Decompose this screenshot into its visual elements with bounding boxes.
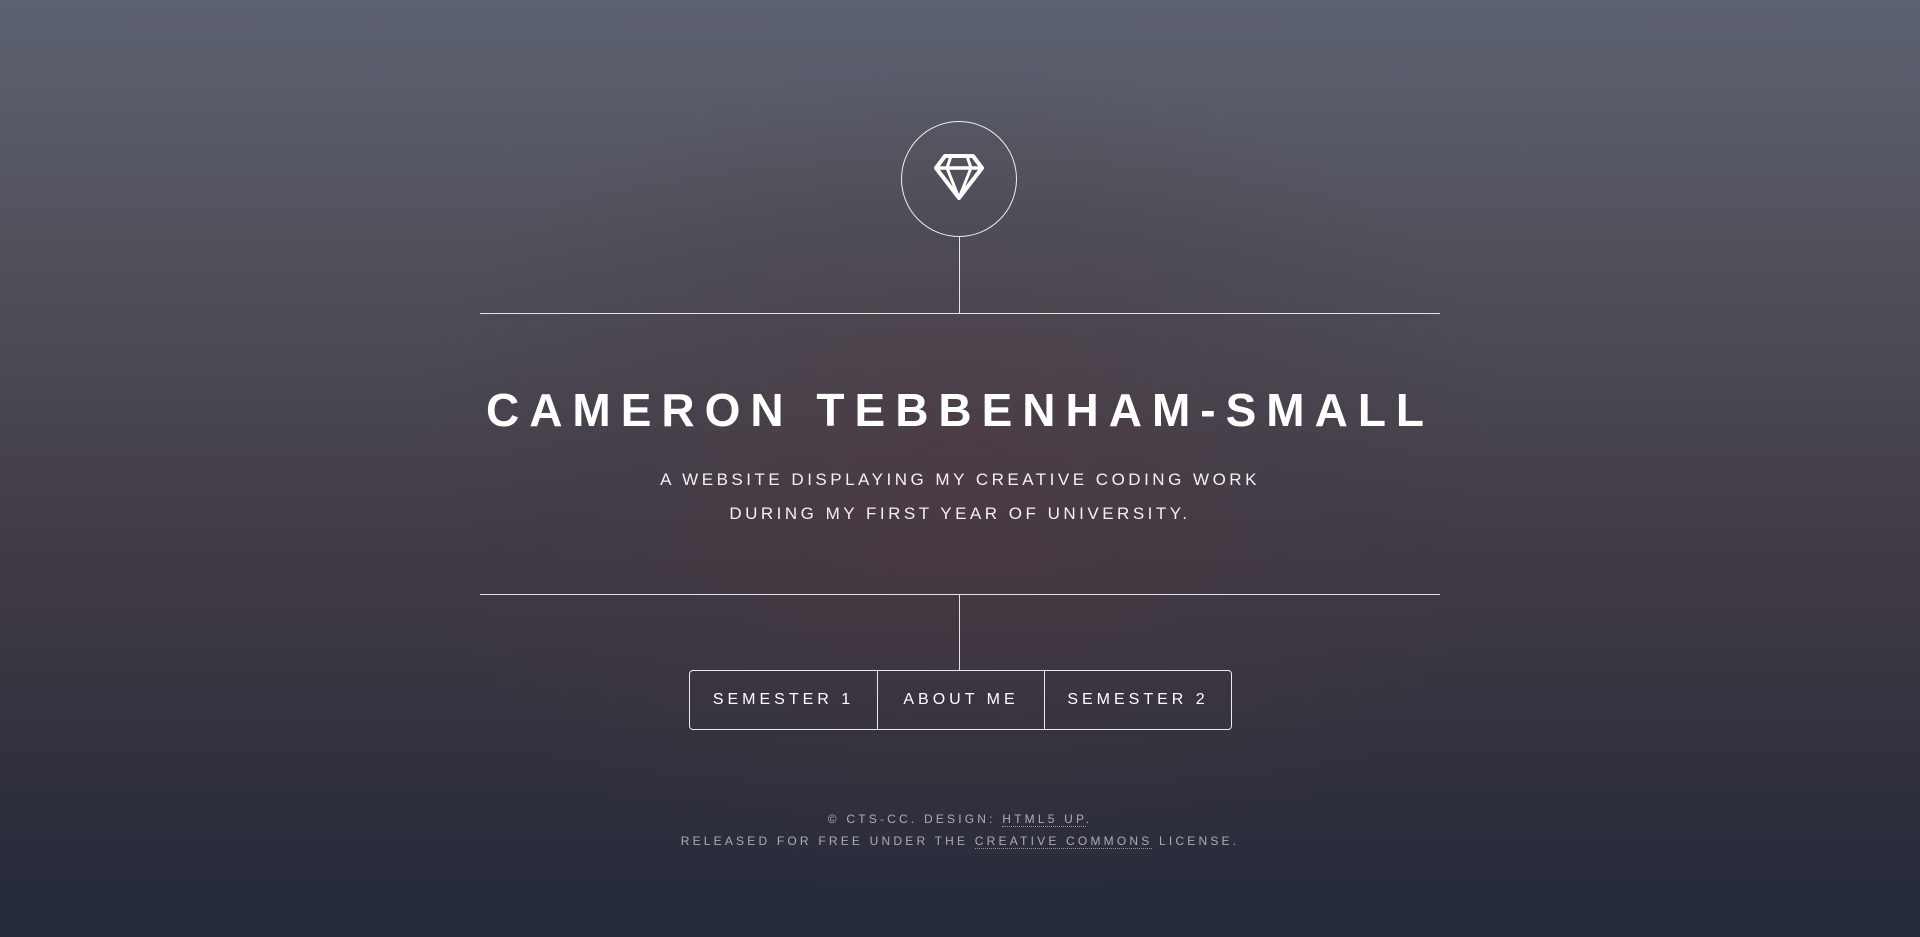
nav-connector-line (959, 594, 960, 671)
license-suffix: LICENSE. (1152, 834, 1240, 848)
logo-connector-line (959, 237, 960, 314)
page-subtitle: A WEBSITE DISPLAYING MY CREATIVE CODING … (480, 463, 1440, 531)
copyright-text: © CTS-CC. DESIGN: (827, 812, 1003, 826)
license-text: RELEASED FOR FREE UNDER THE (680, 834, 975, 848)
nav-semester-2[interactable]: SEMESTER 2 (1044, 671, 1231, 729)
subtitle-line-2: DURING MY FIRST YEAR OF UNIVERSITY. (729, 504, 1191, 523)
diamond-icon (934, 153, 984, 205)
subtitle-line-1: A WEBSITE DISPLAYING MY CREATIVE CODING … (660, 470, 1260, 489)
copyright-line: © CTS-CC. DESIGN: HTML5 UP. (480, 808, 1440, 830)
creative-commons-link[interactable]: CREATIVE COMMONS (974, 834, 1153, 849)
header-section: CAMERON TEBBENHAM-SMALL A WEBSITE DISPLA… (480, 0, 1440, 937)
license-line: RELEASED FOR FREE UNDER THE CREATIVE COM… (480, 830, 1440, 852)
bottom-divider (480, 594, 1440, 595)
top-divider (480, 313, 1440, 314)
logo-circle (901, 121, 1017, 237)
footer: © CTS-CC. DESIGN: HTML5 UP. RELEASED FOR… (480, 808, 1440, 852)
main-nav: SEMESTER 1 ABOUT ME SEMESTER 2 (689, 670, 1232, 730)
copyright-suffix: . (1085, 812, 1093, 826)
page-title: CAMERON TEBBENHAM-SMALL (485, 384, 1435, 436)
nav-semester-1[interactable]: SEMESTER 1 (690, 671, 877, 729)
html5up-link[interactable]: HTML5 UP (1002, 812, 1086, 827)
nav-about-me[interactable]: ABOUT ME (877, 671, 1044, 729)
